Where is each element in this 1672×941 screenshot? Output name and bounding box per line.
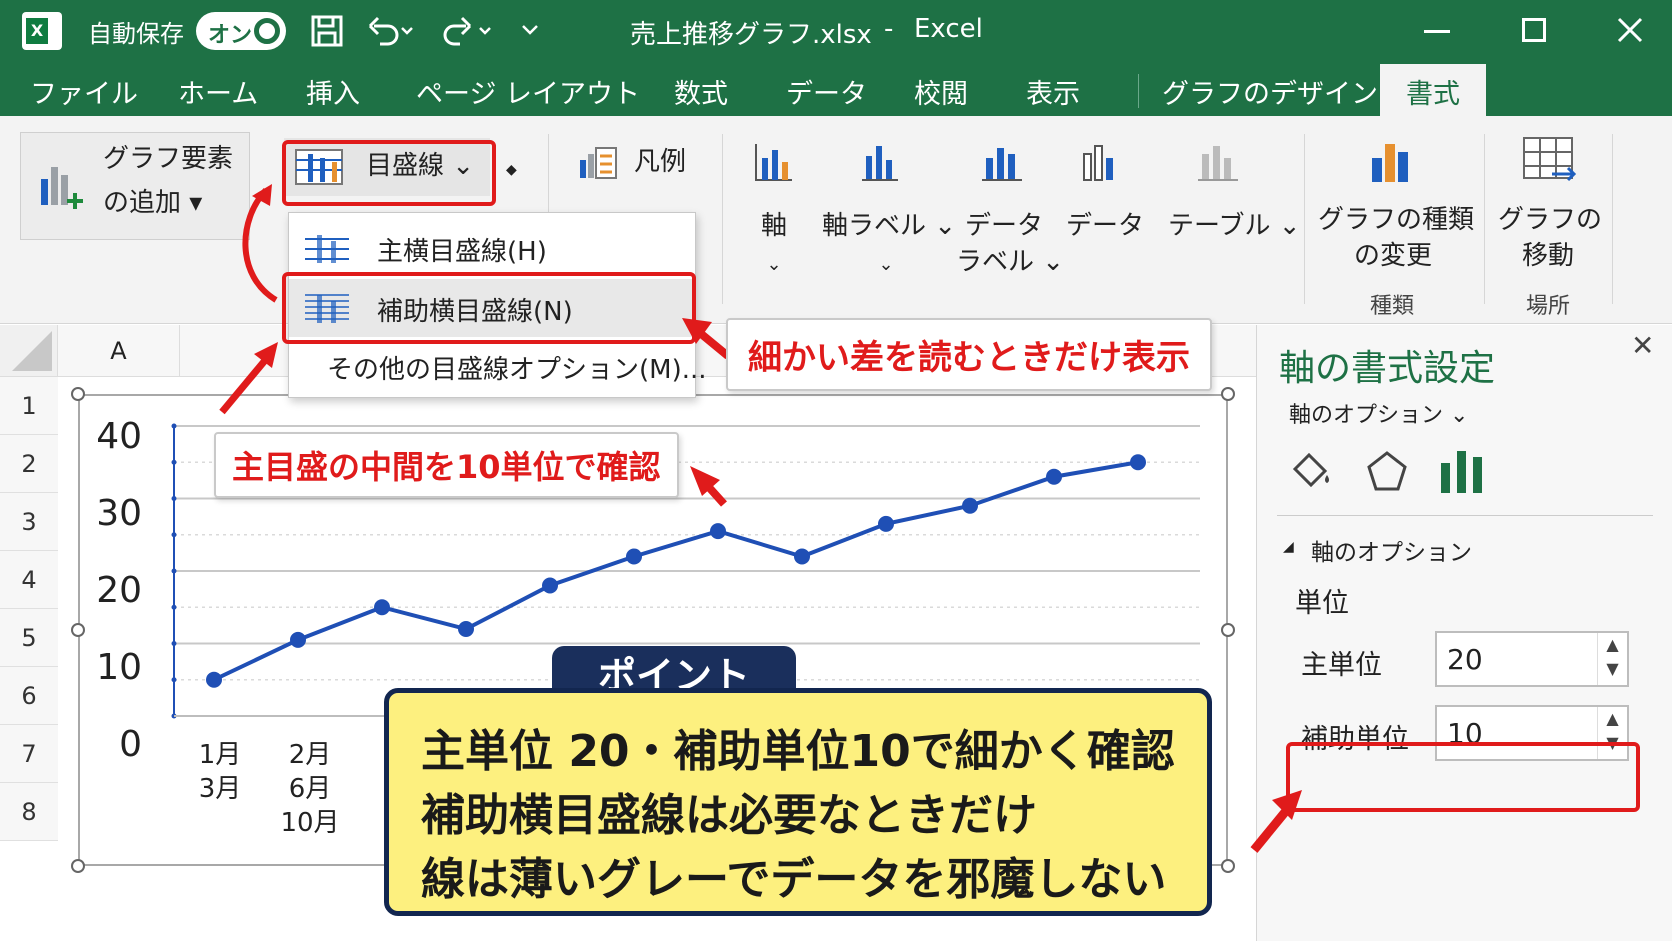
point-line: 主単位 20・補助単位10で細かく確認 <box>421 726 1175 777</box>
minor-gridlines-callout: 細かい差を読むときだけ表示 <box>726 318 1212 391</box>
point-line: 補助横目盛線は必要なときだけ <box>421 790 1037 841</box>
mid-unit-callout: 主目盛の中間を10単位で確認 <box>214 432 679 498</box>
point-line: 線は薄いグレーでデータを邪魔しない <box>421 854 1167 905</box>
point-note: 主単位 20・補助単位10で細かく確認 補助横目盛線は必要なときだけ 線は薄いグ… <box>384 688 1212 916</box>
